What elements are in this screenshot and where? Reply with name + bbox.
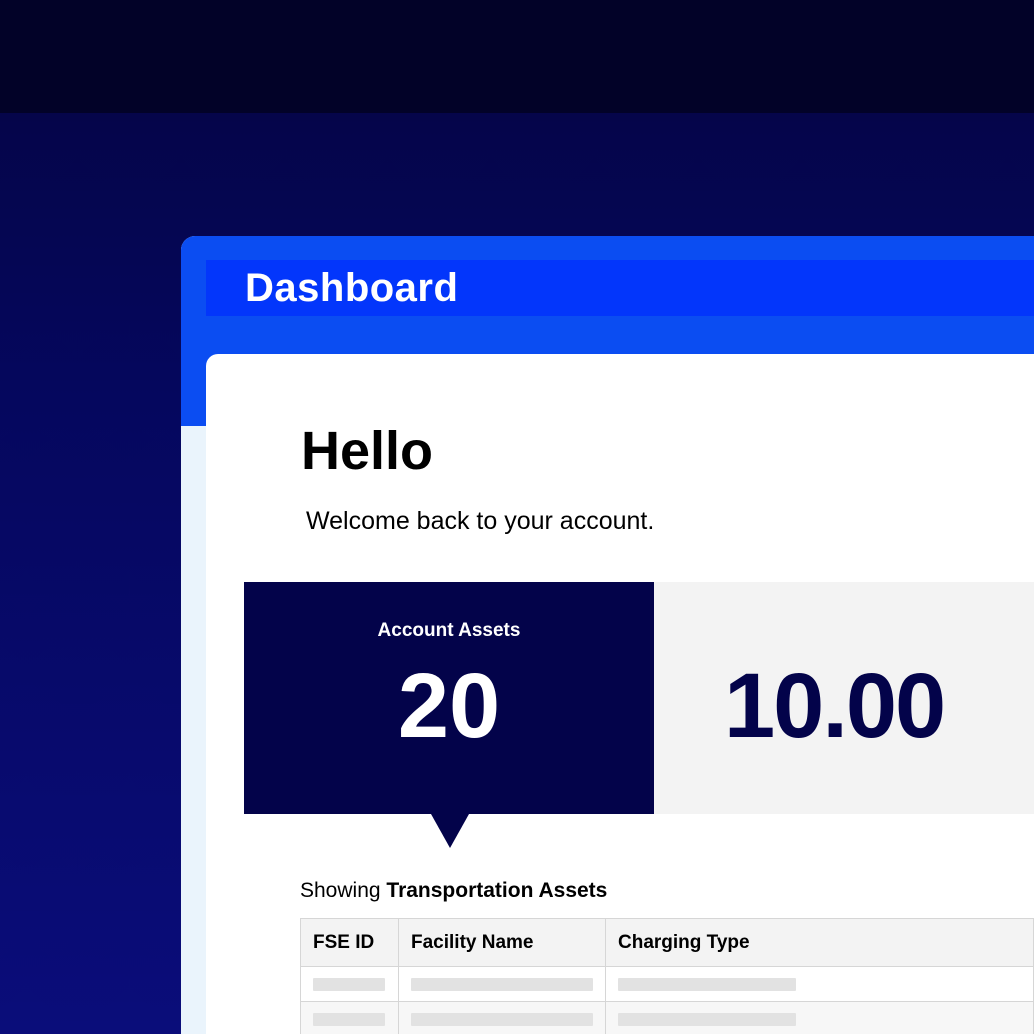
placeholder-bar <box>411 1012 593 1026</box>
placeholder-bar <box>618 977 796 991</box>
greeting-subtitle: Welcome back to your account. <box>306 507 655 535</box>
top-band <box>0 0 1034 113</box>
table-caption-prefix: Showing <box>300 879 381 902</box>
greeting-heading: Hello <box>301 421 434 481</box>
column-header-fse-id[interactable]: FSE ID <box>300 918 399 967</box>
table-cell <box>300 1001 399 1034</box>
placeholder-bar <box>313 1012 385 1026</box>
window-title: Dashboard <box>245 266 459 310</box>
table-caption: Showing Transportation Assets <box>300 877 607 905</box>
table-header-row: FSE ID Facility Name Charging Type <box>300 918 1034 967</box>
table-row[interactable] <box>300 1001 1034 1034</box>
title-bar: Dashboard <box>206 260 1034 316</box>
account-assets-card[interactable]: Account Assets 20 <box>244 582 654 814</box>
selected-card-pointer <box>431 814 469 848</box>
placeholder-bar <box>411 977 593 991</box>
column-header-facility-name[interactable]: Facility Name <box>398 918 606 967</box>
secondary-stat-card[interactable]: 10.00 <box>654 582 1034 814</box>
table-cell <box>398 1001 606 1034</box>
assets-table: FSE ID Facility Name Charging Type <box>300 918 1034 1034</box>
placeholder-bar <box>618 1012 796 1026</box>
table-cell <box>300 966 399 1002</box>
table-cell <box>605 966 1034 1002</box>
secondary-stat-value: 10.00 <box>724 655 946 757</box>
account-assets-label: Account Assets <box>377 620 521 641</box>
column-header-charging-type[interactable]: Charging Type <box>605 918 1034 967</box>
table-cell <box>398 966 606 1002</box>
placeholder-bar <box>313 977 385 991</box>
table-cell <box>605 1001 1034 1034</box>
account-assets-value: 20 <box>397 655 501 757</box>
table-row[interactable] <box>300 966 1034 1002</box>
table-caption-category: Transportation Assets <box>386 879 608 902</box>
